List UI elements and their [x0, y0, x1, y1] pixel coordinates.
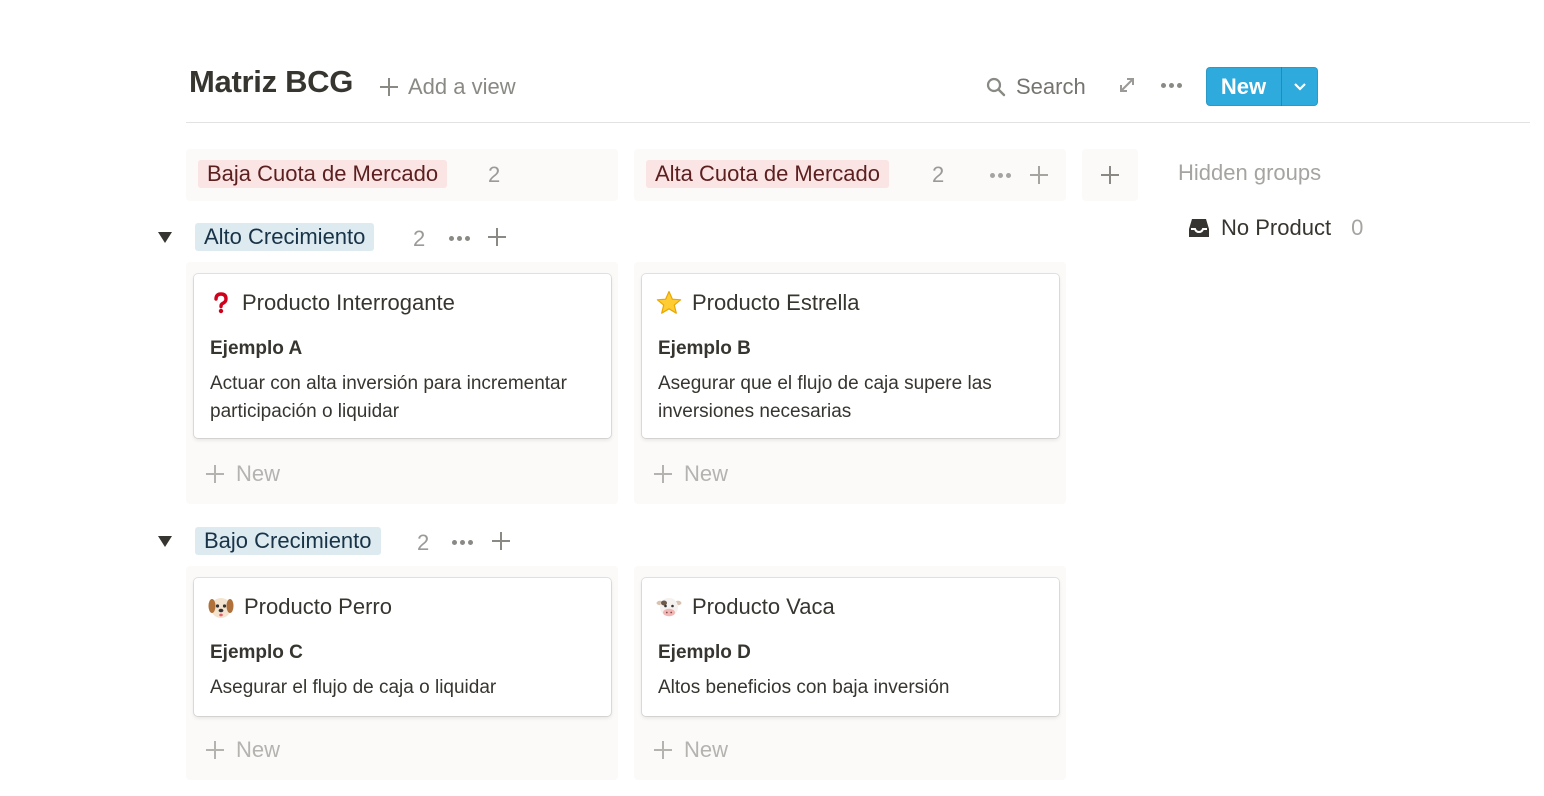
- card-producto-interrogante[interactable]: Producto Interrogante Ejemplo A Actuar c…: [194, 274, 611, 438]
- card-description: Actuar con alta inversión para increment…: [210, 373, 567, 422]
- dog-face-icon: [208, 598, 234, 618]
- new-button[interactable]: New: [1206, 67, 1281, 106]
- cow-face-icon: [656, 598, 682, 617]
- card-description: Asegurar que el flujo de caja supere las…: [658, 373, 992, 422]
- card-title: Producto Perro: [244, 594, 392, 619]
- column-header-alta-cuota[interactable]: Alta Cuota de Mercado 2: [634, 149, 1066, 201]
- add-card-button[interactable]: New: [206, 737, 280, 763]
- card-subtitle: Ejemplo A: [210, 338, 303, 359]
- column-header-baja-cuota[interactable]: Baja Cuota de Mercado 2: [186, 149, 618, 201]
- row-add-icon[interactable]: [492, 532, 510, 555]
- row-count: 2: [417, 530, 430, 555]
- row-tag-alto-crecimiento: Alto Crecimiento: [195, 223, 375, 251]
- plus-icon: [654, 741, 672, 759]
- card-subtitle: Ejemplo B: [658, 338, 751, 359]
- search-button[interactable]: Search: [986, 72, 1086, 102]
- add-view-button[interactable]: Add a view: [380, 72, 516, 102]
- plus-icon: [654, 465, 672, 483]
- column-count: 2: [932, 162, 945, 187]
- chevron-down-icon[interactable]: [1282, 67, 1318, 106]
- plus-icon: [380, 78, 398, 96]
- header-divider: [186, 122, 1530, 123]
- search-icon: [986, 77, 1006, 97]
- card-producto-vaca[interactable]: Producto Vaca Ejemplo D Altos beneficios…: [642, 578, 1059, 716]
- column-tag: Alta Cuota de Mercado: [646, 160, 890, 188]
- add-card-button[interactable]: New: [206, 461, 280, 487]
- add-card-button[interactable]: New: [654, 461, 728, 487]
- more-options-icon[interactable]: [1158, 74, 1184, 96]
- open-full-page-icon[interactable]: [1117, 75, 1137, 95]
- plus-icon: [1101, 166, 1119, 184]
- new-button-group: New: [1206, 67, 1318, 106]
- add-group-button[interactable]: [1082, 149, 1138, 201]
- add-card-label: New: [236, 737, 281, 762]
- row-count: 2: [413, 226, 426, 251]
- inbox-icon: [1189, 219, 1209, 237]
- card-producto-perro[interactable]: Producto Perro Ejemplo C Asegurar el flu…: [194, 578, 611, 716]
- question-mark-icon: [214, 292, 228, 314]
- add-card-label: New: [236, 461, 281, 486]
- row-toggle-icon[interactable]: [158, 536, 172, 547]
- plus-icon: [206, 741, 224, 759]
- row-more-icon[interactable]: [445, 227, 473, 249]
- add-card-label: New: [684, 461, 729, 486]
- row-tag-bajo-crecimiento: Bajo Crecimiento: [195, 527, 381, 555]
- card-producto-estrella[interactable]: Producto Estrella Ejemplo B Asegurar que…: [642, 274, 1059, 438]
- search-label: Search: [1016, 74, 1086, 99]
- add-view-label: Add a view: [408, 74, 516, 99]
- add-card-label: New: [684, 737, 729, 762]
- card-title: Producto Estrella: [692, 290, 860, 315]
- column-more-icon[interactable]: [986, 164, 1014, 186]
- hidden-group-label: No Product: [1221, 215, 1332, 240]
- hidden-groups-title: Hidden groups: [1178, 160, 1322, 185]
- card-description: Altos beneficios con baja inversión: [658, 677, 950, 698]
- card-description: Asegurar el flujo de caja o liquidar: [210, 677, 497, 698]
- card-title: Producto Vaca: [692, 594, 835, 619]
- plus-icon: [206, 465, 224, 483]
- column-add-icon[interactable]: [1030, 166, 1048, 189]
- row-more-icon[interactable]: [448, 531, 476, 553]
- hidden-group-count: 0: [1351, 215, 1364, 240]
- column-count: 2: [488, 162, 501, 187]
- star-icon: [656, 290, 682, 314]
- row-toggle-icon[interactable]: [158, 232, 172, 243]
- card-subtitle: Ejemplo C: [210, 642, 303, 663]
- card-title: Producto Interrogante: [242, 290, 455, 315]
- row-add-icon[interactable]: [488, 228, 506, 251]
- page-title: Matriz BCG: [189, 64, 354, 99]
- column-tag: Baja Cuota de Mercado: [198, 160, 448, 188]
- hidden-group-no-product[interactable]: No Product 0: [1187, 212, 1363, 244]
- card-subtitle: Ejemplo D: [658, 642, 751, 663]
- add-card-button[interactable]: New: [654, 737, 728, 763]
